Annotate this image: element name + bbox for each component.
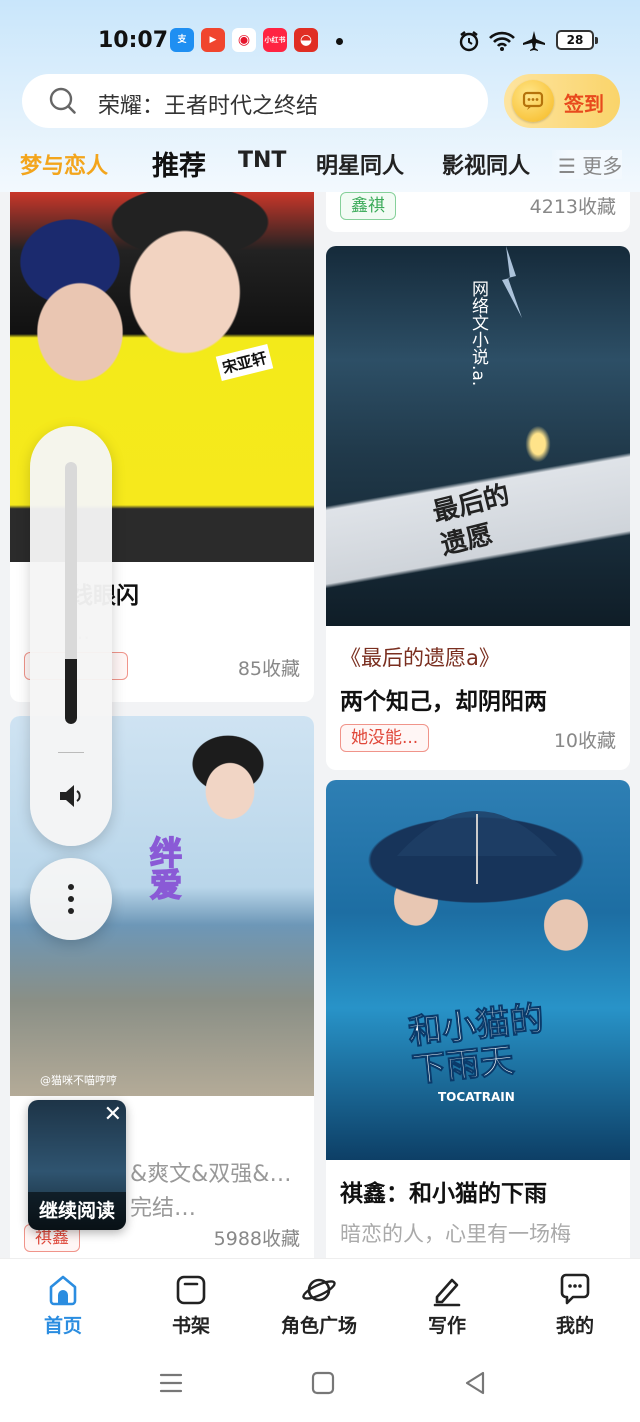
airplane-mode-icon xyxy=(523,31,545,51)
continue-reading-label: 继续阅读 xyxy=(28,1192,126,1230)
tab-recommend[interactable]: 推荐 xyxy=(152,144,206,183)
story-title: 两个知己，却阴阳两 xyxy=(340,689,547,715)
nav-label: 首页 xyxy=(43,1315,82,1337)
battery-indicator: 28 xyxy=(556,30,598,50)
cover-subtitle-art: TOCATRAIN xyxy=(438,1090,515,1104)
story-desc: 暗恋的人，心里有一场梅 xyxy=(340,1222,571,1246)
nav-bookshelf[interactable]: 书架 xyxy=(136,1273,246,1338)
wifi-icon xyxy=(489,31,515,51)
volume-track[interactable] xyxy=(65,462,77,724)
category-tabs: 梦与恋人 推荐 TNT 明星同人 影视同人 ☰ 更多 xyxy=(0,140,640,190)
bottom-navigation: 首页 书架 角色广场 写作 我的 xyxy=(0,1258,640,1350)
umbrella-icon xyxy=(397,811,557,884)
home-button-icon[interactable] xyxy=(310,1370,336,1396)
status-bar: 10:07 支 ▶ ◉ 小红书 ◒ 28 xyxy=(0,22,640,62)
app-header: 10:07 支 ▶ ◉ 小红书 ◒ 28 荣耀：王者时代之终结 签到 梦与恋人 … xyxy=(0,0,640,192)
favorites-count: 85收藏 xyxy=(237,658,300,680)
chat-bubble-icon xyxy=(560,1273,590,1305)
story-card[interactable]: 和小猫的下雨天 TOCATRAIN 祺鑫：和小猫的下雨 暗恋的人，心里有一场梅 xyxy=(326,780,630,1258)
favorites-count: 10收藏 xyxy=(553,730,616,752)
checkin-button[interactable]: 签到 xyxy=(504,74,620,128)
story-subtitle: 《最后的遗愿a》 xyxy=(340,646,500,670)
story-title: &爽文&双强&HE| xyxy=(130,1162,300,1187)
video-icon: ▶ xyxy=(201,28,225,52)
story-title: 祺鑫：和小猫的下雨 xyxy=(340,1181,547,1207)
tab-dream-lover[interactable]: 梦与恋人 xyxy=(20,148,108,180)
nav-label: 我的 xyxy=(555,1315,594,1337)
volume-more-button[interactable] xyxy=(30,858,112,940)
search-suggestion-text: 荣耀：王者时代之终结 xyxy=(98,94,319,119)
xiaohongshu-icon: 小红书 xyxy=(263,28,287,52)
close-icon[interactable]: ✕ xyxy=(104,1102,122,1127)
favorites-count: 4213收藏 xyxy=(529,196,616,218)
system-navigation-bar xyxy=(0,1350,640,1422)
story-tag[interactable]: 她没能... xyxy=(340,724,430,752)
nav-label: 写作 xyxy=(427,1315,466,1337)
tab-film-fanfic[interactable]: 影视同人 xyxy=(442,148,530,180)
bookshelf-icon xyxy=(176,1275,206,1305)
checkin-label: 签到 xyxy=(564,92,604,116)
cover-overlay-text: 绊爱 xyxy=(144,835,184,901)
pinduoduo-icon: ◒ xyxy=(294,28,318,52)
more-dot xyxy=(68,896,74,902)
menu-icon[interactable] xyxy=(158,1370,184,1396)
nav-label: 角色广场 xyxy=(280,1315,357,1337)
speaker-icon[interactable] xyxy=(57,782,85,810)
alarm-icon xyxy=(459,31,479,52)
lightning-icon xyxy=(502,246,522,318)
more-dot xyxy=(68,884,74,890)
nav-writing[interactable]: 写作 xyxy=(392,1273,502,1338)
more-notifications-dot xyxy=(336,38,343,45)
more-dot xyxy=(68,908,74,914)
name-badge: 宋亚轩 xyxy=(215,343,274,382)
tab-tnt[interactable]: TNT xyxy=(238,148,286,173)
status-time: 10:07 xyxy=(98,28,169,53)
cover-paper-text: 最后的遗愿 xyxy=(429,480,513,562)
weibo-icon: ◉ xyxy=(232,28,256,52)
cover-title-art: 和小猫的下雨天 xyxy=(406,998,546,1091)
tabs-more-button[interactable]: ☰ 更多 xyxy=(552,150,623,179)
volume-slider-panel[interactable] xyxy=(30,426,112,846)
story-card[interactable]: 鑫祺 4213收藏 xyxy=(326,192,630,232)
alipay-icon: 支 xyxy=(170,28,194,52)
nav-character-square[interactable]: 角色广场 xyxy=(264,1273,374,1338)
coin-chat-icon xyxy=(512,80,554,122)
planet-icon xyxy=(302,1278,336,1302)
nav-label: 书架 xyxy=(171,1315,210,1337)
search-bar[interactable]: 荣耀：王者时代之终结 xyxy=(22,74,488,128)
volume-level-fill xyxy=(65,658,77,724)
nav-mine[interactable]: 我的 xyxy=(520,1273,630,1338)
story-cover-image: 网络文小说.a. 最后的遗愿 xyxy=(326,246,630,626)
tab-star-fanfic[interactable]: 明星同人 xyxy=(316,148,404,180)
story-desc: 完结… xyxy=(130,1196,197,1221)
pen-icon xyxy=(433,1278,461,1307)
story-cover-image: 和小猫的下雨天 TOCATRAIN xyxy=(326,780,630,1160)
search-icon xyxy=(49,87,76,114)
volume-divider xyxy=(58,752,84,753)
nav-home[interactable]: 首页 xyxy=(8,1273,118,1338)
story-card[interactable]: 网络文小说.a. 最后的遗愿 《最后的遗愿a》 两个知己，却阴阳两 她没能...… xyxy=(326,246,630,770)
favorites-count: 5988收藏 xyxy=(213,1228,300,1250)
continue-reading-widget[interactable]: ✕ 继续阅读 xyxy=(28,1100,126,1230)
cover-watermark: @猫咪不喵哼哼 xyxy=(40,1074,117,1087)
back-icon[interactable] xyxy=(462,1370,488,1396)
story-tag[interactable]: 鑫祺 xyxy=(340,192,396,220)
home-icon xyxy=(49,1275,77,1306)
